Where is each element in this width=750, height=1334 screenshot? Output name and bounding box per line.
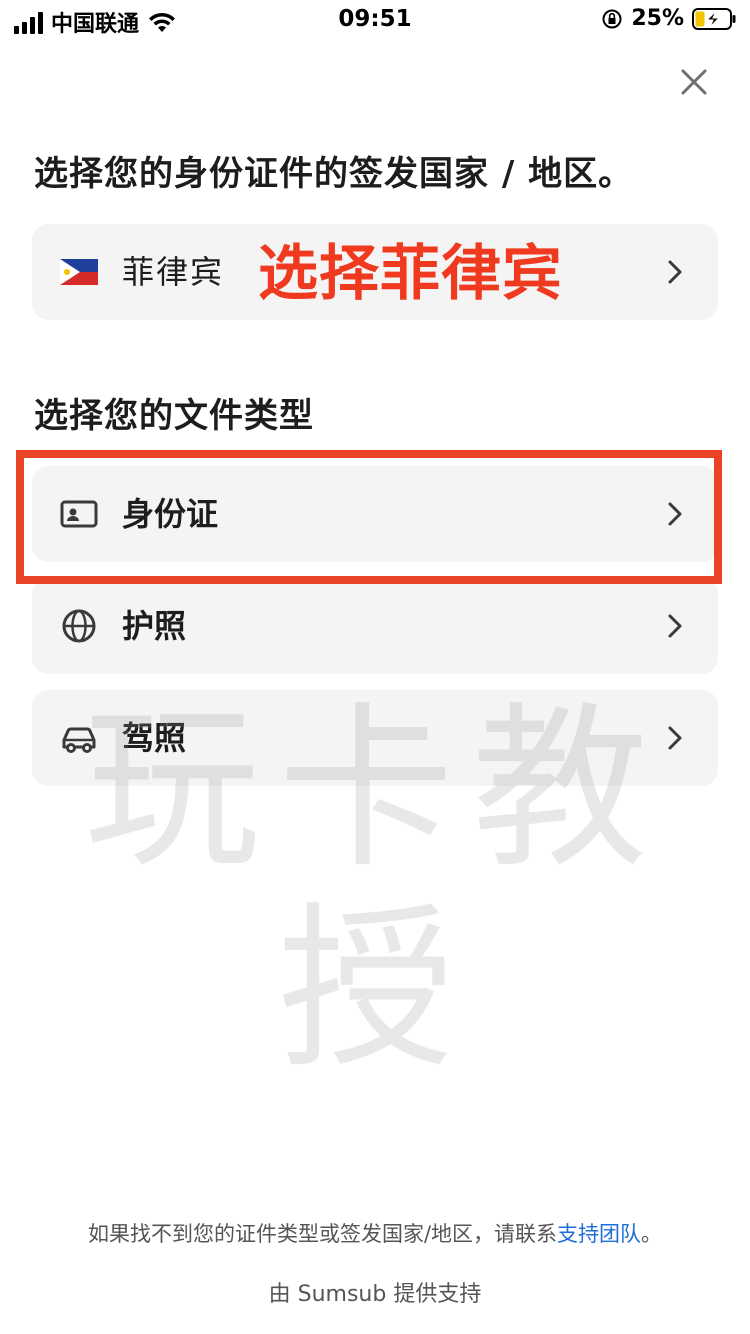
- status-bar: 中国联通 09:51 25%: [0, 0, 750, 44]
- chevron-right-icon: [668, 614, 682, 638]
- globe-icon: [62, 609, 96, 643]
- document-option-passport[interactable]: 护照: [32, 578, 718, 674]
- help-note-text: 如果找不到您的证件类型或签发国家/地区，请联系: [87, 1222, 558, 1246]
- country-section-title: 选择您的身份证件的签发国家 / 地区。: [34, 154, 634, 194]
- rotation-lock-icon: [602, 9, 622, 28]
- document-section-title: 选择您的文件类型: [34, 396, 314, 436]
- chevron-right-icon: [668, 260, 682, 284]
- powered-by: 由 Sumsub 提供支持: [268, 1282, 482, 1307]
- philippines-flag-icon: [60, 259, 98, 285]
- battery-charging-icon: [692, 7, 736, 30]
- annotation-highlight-box: [16, 450, 722, 584]
- status-right: 25%: [601, 6, 736, 31]
- annotation-select-country: 选择菲律宾: [258, 239, 563, 309]
- battery-percent: 25%: [631, 6, 684, 31]
- help-note: 如果找不到您的证件类型或签发国家/地区，请联系支持团队。: [0, 1218, 750, 1248]
- selected-country: 菲律宾: [122, 253, 225, 291]
- close-icon[interactable]: [676, 64, 712, 100]
- help-note-suffix: 。: [641, 1222, 663, 1246]
- support-team-link[interactable]: 支持团队: [557, 1222, 641, 1246]
- watermark-text: 玩卡教授: [83, 687, 666, 1092]
- document-option-label: 护照: [122, 607, 187, 645]
